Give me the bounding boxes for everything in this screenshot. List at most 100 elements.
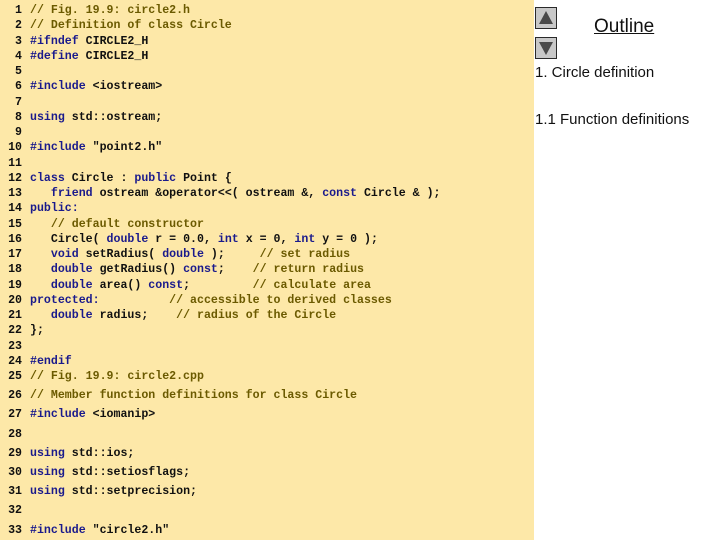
line-number: 15: [8, 217, 22, 231]
code-keyword: int: [217, 232, 239, 246]
code-text: Circle( double r = 0.0, int x = 0, int y…: [30, 233, 378, 246]
line-number: 32: [8, 504, 22, 518]
code-token: "circle2.h": [85, 523, 170, 537]
line-number: 30: [8, 466, 22, 480]
code-comment: // Fig. 19.9: circle2.cpp: [30, 370, 204, 383]
code-keyword: double: [106, 232, 149, 246]
code-token: CIRCLE2_H: [78, 34, 149, 48]
line-number: 29: [8, 446, 22, 460]
code-text: public:: [30, 202, 79, 215]
code-token: radius;: [92, 309, 177, 322]
code-token: };: [30, 324, 44, 338]
code-keyword: double: [162, 248, 204, 261]
outline-item-circle-definition: 1. Circle definition: [535, 64, 655, 81]
code-keyword: double: [50, 278, 93, 292]
line-number: 7: [15, 95, 22, 109]
code-listing: 1 // Fig. 19.9: circle2.h 2 // Definition o…: [0, 0, 534, 540]
line-number: 5: [15, 65, 22, 78]
line-number: 18: [8, 263, 22, 277]
code-token: <iomanip>: [85, 408, 156, 422]
code-token: ;: [217, 263, 253, 277]
code-line: 4 #define CIRCLE2_H: [0, 49, 148, 64]
code-line: 15 // default constructor: [0, 217, 204, 232]
code-text: #include "point2.h": [30, 141, 162, 154]
code-text: // Member function definitions for class…: [30, 389, 357, 402]
next-slide-button[interactable]: [535, 37, 557, 59]
line-number: 2: [15, 19, 22, 33]
code-keyword: using: [30, 466, 65, 480]
code-keyword: #endif: [30, 354, 72, 368]
line-number: 28: [8, 427, 22, 441]
code-text: using std::setprecision;: [30, 485, 197, 498]
code-token: Point {: [176, 171, 232, 185]
code-text: double radius; // radius of the Circle: [30, 309, 336, 322]
previous-slide-button[interactable]: [535, 7, 557, 29]
code-text: // Definition of class Circle: [30, 19, 232, 32]
code-keyword: #include: [30, 523, 86, 537]
outline-item-function-definitions: 1.1 Function definitions: [535, 111, 690, 128]
code-token: x = 0,: [238, 232, 295, 246]
code-token: std::ios;: [64, 446, 135, 460]
code-keyword: using: [30, 110, 65, 124]
code-line: 29 using std::ios;: [0, 446, 134, 461]
code-line: 17 void setRadius( double ); // set radi…: [0, 247, 350, 262]
line-number: 22: [8, 324, 22, 338]
code-text: class Circle : public Point {: [30, 172, 232, 185]
line-number: 17: [8, 248, 22, 261]
code-line: 3 #ifndef CIRCLE2_H: [0, 34, 148, 49]
code-line: 33 #include "circle2.h": [0, 523, 169, 538]
code-text: double area() const; // calculate area: [30, 279, 371, 292]
code-comment: // radius of the Circle: [176, 309, 337, 322]
code-line: 6 #include <iostream>: [0, 79, 162, 94]
code-token: ;: [183, 278, 253, 292]
code-text: #include <iomanip>: [30, 408, 155, 421]
code-line: 13 friend ostream &operator<<( ostream &…: [0, 186, 440, 201]
code-keyword: #include: [30, 408, 86, 422]
code-line: 21 double radius; // radius of the Circl…: [0, 308, 336, 323]
code-text: // default constructor: [30, 218, 204, 231]
triangle-down-icon: [539, 42, 553, 55]
outline-title: Outline: [594, 16, 655, 37]
code-keyword: const: [183, 263, 218, 277]
code-text: using std::setiosflags;: [30, 466, 190, 479]
code-keyword: protected:: [30, 293, 100, 307]
code-text: #include <iostream>: [30, 80, 162, 93]
line-number: 8: [15, 110, 22, 124]
code-keyword: using: [30, 485, 65, 499]
code-token: area(): [92, 278, 149, 292]
line-number: 24: [8, 354, 22, 368]
code-line: 31 using std::setprecision;: [0, 484, 197, 499]
code-text: // Fig. 19.9: circle2.h: [30, 4, 190, 17]
line-number: 33: [8, 523, 22, 537]
code-line: 5: [0, 64, 30, 79]
code-keyword: using: [30, 446, 65, 460]
code-line: 11: [0, 156, 30, 171]
code-line: 26 // Member function definitions for cla…: [0, 388, 357, 403]
line-number: 31: [8, 485, 22, 499]
code-text: double getRadius() const; // return radi…: [30, 263, 364, 276]
code-line: 2 // Definition of class Circle: [0, 18, 232, 33]
line-number: 1: [15, 4, 22, 17]
code-token: setRadius(: [78, 248, 163, 261]
code-line: 22};: [0, 323, 44, 338]
code-token: y = 0 );: [315, 232, 378, 246]
line-number: 23: [8, 339, 22, 353]
line-number: 10: [8, 141, 22, 155]
code-comment: // Fig. 19.9: circle2.h: [30, 4, 191, 17]
code-token: ostream &operator<<( ostream &,: [92, 187, 323, 200]
code-keyword: const: [322, 187, 358, 200]
code-line: 10 #include "point2.h": [0, 140, 162, 155]
code-keyword: #ifndef: [30, 34, 79, 48]
code-text: #ifndef CIRCLE2_H: [30, 35, 148, 48]
triangle-up-icon: [539, 11, 553, 24]
code-keyword: int: [294, 232, 316, 246]
code-text: using std::ostream;: [30, 111, 162, 124]
code-comment: // return radius: [252, 263, 364, 277]
code-line: 8 using std::ostream;: [0, 110, 162, 125]
code-text: protected: // accessible to derived clas…: [30, 294, 392, 307]
code-keyword: #include: [30, 141, 86, 155]
code-comment: // accessible to derived classes: [169, 293, 392, 307]
line-number: 4: [15, 49, 22, 63]
